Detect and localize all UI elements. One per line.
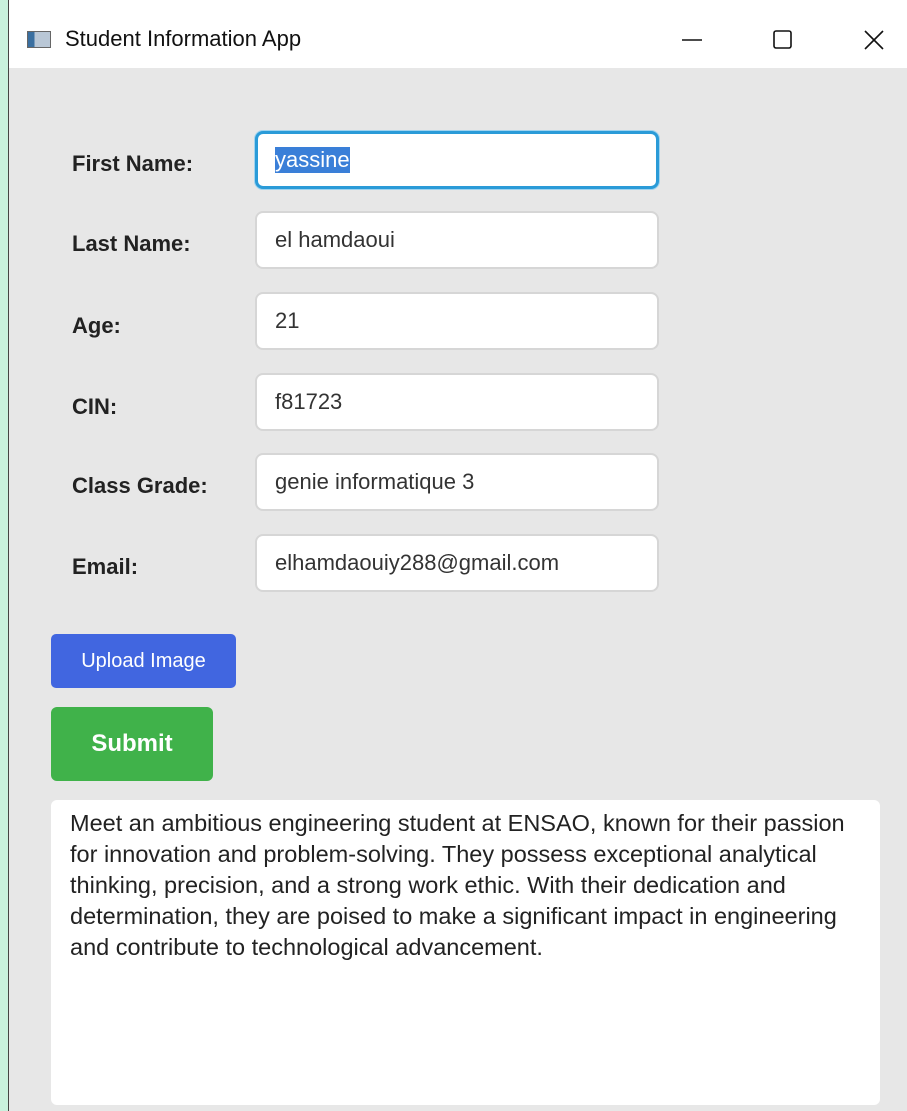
email-input[interactable]: [255, 534, 659, 592]
last-name-input[interactable]: [255, 211, 659, 269]
class-grade-input[interactable]: [255, 453, 659, 511]
title-bar[interactable]: Student Information App: [9, 0, 907, 68]
maximize-button[interactable]: [761, 20, 805, 60]
age-input[interactable]: [255, 292, 659, 350]
submit-button[interactable]: Submit: [51, 707, 213, 781]
last-name-label: Last Name:: [72, 231, 191, 256]
minimize-icon: [682, 39, 702, 41]
window-title: Student Information App: [65, 26, 302, 51]
close-icon: [864, 30, 884, 50]
bio-text: Meet an ambitious engineering student at…: [70, 810, 845, 960]
bio-text-area[interactable]: Meet an ambitious engineering student at…: [51, 800, 880, 1105]
age-label: Age:: [72, 313, 121, 338]
close-button[interactable]: [852, 20, 896, 60]
first-name-value: yassine: [275, 147, 350, 173]
first-name-input[interactable]: yassine: [255, 131, 659, 189]
app-window-icon: [27, 31, 51, 48]
email-label: Email:: [72, 554, 139, 579]
cin-label: CIN:: [72, 394, 118, 419]
cin-input[interactable]: [255, 373, 659, 431]
maximize-icon: [773, 30, 792, 49]
upload-image-button[interactable]: Upload Image: [51, 634, 236, 688]
minimize-button[interactable]: [670, 20, 714, 60]
class-grade-label: Class Grade:: [72, 473, 208, 498]
app-window: Student Information App First Name: yass…: [8, 0, 907, 1111]
first-name-label: First Name:: [72, 151, 194, 176]
